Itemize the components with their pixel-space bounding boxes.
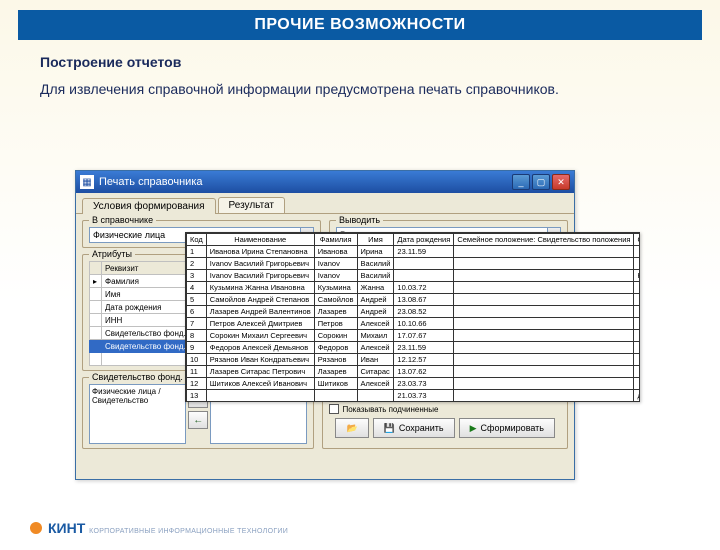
play-icon: ▶ xyxy=(470,423,477,434)
table-row: 5Самойлов Андрей СтепановСамойловАндрей1… xyxy=(187,294,641,306)
maximize-button[interactable]: ▢ xyxy=(532,174,550,190)
table-row: 1321.03.73дата xyxy=(187,390,641,402)
folder-icon: 📂 xyxy=(346,423,357,434)
table-row: 1Иванова Ирина СтепановнаИвановаИрина23.… xyxy=(187,246,641,258)
report-col-surname: Фамилия xyxy=(314,234,357,246)
source-group-label: В справочнике xyxy=(89,215,156,225)
table-row: 7Петров Алексей ДмитриевПетровАлексей10.… xyxy=(187,318,641,330)
report-col-status2: Семейное положение: Дети xyxy=(634,234,640,246)
move-left-button[interactable]: ← xyxy=(188,411,208,429)
attributes-group-label: Атрибуты xyxy=(89,249,135,259)
report-table: Код Наименование Фамилия Имя Дата рожден… xyxy=(186,233,640,402)
tab-result[interactable]: Результат xyxy=(218,197,285,213)
chk-subordinates[interactable]: Показывать подчиненные xyxy=(329,404,438,414)
list-item[interactable]: Физические лица / Свидетельство xyxy=(92,387,183,405)
save-button[interactable]: 💾Сохранить xyxy=(373,418,455,438)
window-title: Печать справочника xyxy=(99,176,203,188)
table-row: 2Ivanov Василий ГригорьевичIvanovВасилий xyxy=(187,258,641,270)
table-row: 4Кузьмина Жанна ИвановнаКузьминаЖанна10.… xyxy=(187,282,641,294)
section-title: Построение отчетов xyxy=(40,54,720,70)
brand-name: КИНТ xyxy=(48,520,85,536)
section-text: Для извлечения справочной информации пре… xyxy=(40,80,680,98)
report-col-name: Наименование xyxy=(206,234,314,246)
table-row: 6Лазарев Андрей ВалентиновЛазаревАндрей2… xyxy=(187,306,641,318)
table-row: 10Рязанов Иван КондратьевичРязановИван12… xyxy=(187,354,641,366)
table-row: 3Ivanov Василий ГригорьевичIvanovВасилий… xyxy=(187,270,641,282)
brand-sub: КОРПОРАТИВНЫЕ ИНФОРМАЦИОННЫЕ ТЕХНОЛОГИИ xyxy=(89,528,288,535)
tabs: Условия формирования Результат xyxy=(76,193,574,214)
disk-icon: 💾 xyxy=(384,423,395,434)
tab-conditions[interactable]: Условия формирования xyxy=(82,198,216,214)
app-icon: ▦ xyxy=(80,175,94,189)
logo-icon xyxy=(30,522,42,534)
report-col-firstname: Имя xyxy=(357,234,394,246)
report-col-code: Код xyxy=(187,234,207,246)
table-row: 12Шитиков Алексей ИвановичШитиковАлексей… xyxy=(187,378,641,390)
table-row: 11Лазарев Ситарас ПетровичЛазаревСитарас… xyxy=(187,366,641,378)
minimize-button[interactable]: _ xyxy=(512,174,530,190)
report-col-status1: Семейное положение: Свидетельство положе… xyxy=(454,234,634,246)
report-preview: Код Наименование Фамилия Имя Дата рожден… xyxy=(185,232,640,402)
report-col-birthdate: Дата рождения xyxy=(394,234,454,246)
open-button[interactable]: 📂 xyxy=(335,418,368,438)
close-button[interactable]: ✕ xyxy=(552,174,570,190)
footer-logo: КИНТ КОРПОРАТИВНЫЕ ИНФОРМАЦИОННЫЕ ТЕХНОЛ… xyxy=(30,520,288,536)
selection-list[interactable]: Физические лица / Свидетельство xyxy=(89,384,186,444)
titlebar: ▦ Печать справочника _ ▢ ✕ xyxy=(76,171,574,193)
page-banner: ПРОЧИЕ ВОЗМОЖНОСТИ xyxy=(18,10,702,40)
table-row: 9Федоров Алексей ДемьяновФедоровАлексей2… xyxy=(187,342,641,354)
run-button[interactable]: ▶Сформировать xyxy=(459,418,555,438)
output-group-label: Выводить xyxy=(336,215,383,225)
table-row: 8Сорокин Михаил СергеевичСорокинМихаил17… xyxy=(187,330,641,342)
